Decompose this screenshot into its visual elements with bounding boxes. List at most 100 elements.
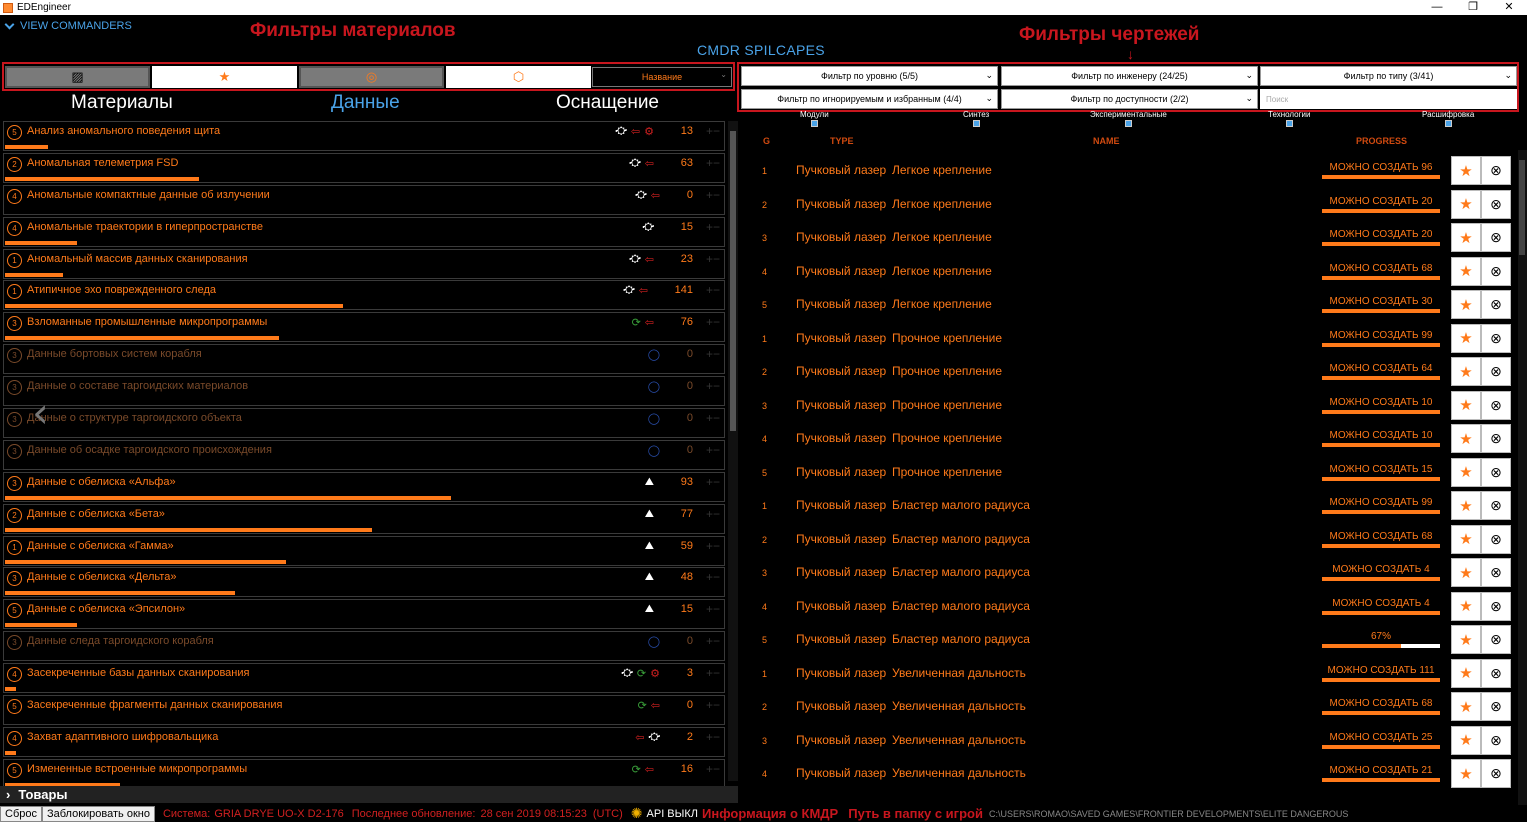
material-row[interactable]: 5 Измененные встроенные микропрограммы ⟳ ⇦ 1… [3, 758, 725, 789]
blueprint-row[interactable]: 3 Пучковый лазер Увеличенная дальность МОЖН… [740, 723, 1512, 757]
ignore-button[interactable]: ⊗ [1481, 457, 1511, 487]
plus-minus-icon[interactable]: +− [706, 379, 720, 393]
checkbox-icon[interactable] [972, 120, 980, 127]
blueprint-row[interactable]: 1 Пучковый лазер Легкое крепление МОЖНО СОЗ… [740, 153, 1512, 187]
ignore-button[interactable]: ⊗ [1481, 759, 1511, 788]
plus-minus-icon[interactable]: +− [706, 188, 720, 202]
favorite-star-button[interactable]: ★ [1451, 290, 1481, 319]
material-row[interactable]: 3 Данные о структуре таргоидского объекта… [3, 408, 725, 439]
goods-section-header[interactable]: › Товары [0, 786, 738, 803]
favorite-star-button[interactable]: ★ [1451, 725, 1481, 755]
material-row[interactable]: 3 Данные об осадке таргоидского происхожд… [3, 439, 725, 470]
blueprint-row[interactable]: 5 Пучковый лазер Бластер малого радиуса 67%… [740, 622, 1512, 656]
plus-minus-icon[interactable]: +− [706, 283, 720, 297]
plus-minus-icon[interactable]: +− [706, 507, 720, 521]
sort-select[interactable]: Название ⌄ [592, 67, 732, 87]
blueprint-row[interactable]: 4 Пучковый лазер Прочное крепление МОЖНО СО… [740, 421, 1512, 455]
material-row[interactable]: 3 Данные бортовых систем корабля ◯ 0 +− [3, 344, 725, 375]
ignore-button[interactable]: ⊗ [1481, 156, 1511, 185]
ignore-button[interactable]: ⊗ [1481, 524, 1511, 554]
category-decoding[interactable]: Расшифровка [1422, 110, 1474, 127]
ignore-button[interactable]: ⊗ [1481, 625, 1511, 654]
blueprint-search-input[interactable]: Поиск [1260, 89, 1517, 109]
ignore-button[interactable]: ⊗ [1481, 290, 1511, 319]
material-row[interactable]: 3 Данные с обелиска «Дельта» ⛰ 48 +− [3, 567, 725, 598]
view-commanders-toggle[interactable]: VIEW COMMANDERS [4, 19, 132, 32]
category-technology[interactable]: Технологии [1268, 110, 1310, 127]
plus-minus-icon[interactable]: +− [706, 539, 720, 553]
material-row[interactable]: 5 Анализ аномального поведения щита ⛮ ⇦ ⚙ 13 +… [3, 121, 725, 151]
blueprint-row[interactable]: 1 Пучковый лазер Бластер малого радиуса МОЖ… [740, 488, 1512, 522]
favorite-star-button[interactable]: ★ [1451, 156, 1481, 185]
category-experimental[interactable]: Экспериментальные [1090, 110, 1167, 127]
blueprint-row[interactable]: 2 Пучковый лазер Бластер малого радиуса МОЖ… [740, 522, 1512, 556]
ignore-button[interactable]: ⊗ [1481, 658, 1511, 688]
column-header-grade[interactable]: G [763, 136, 770, 146]
minimize-button[interactable]: — [1419, 0, 1455, 15]
blueprint-row[interactable]: 5 Пучковый лазер Прочное крепление МОЖНО СО… [740, 455, 1512, 489]
blueprint-scrollbar[interactable] [1518, 150, 1527, 805]
ignore-button[interactable]: ⊗ [1481, 725, 1511, 755]
plus-minus-icon[interactable]: +− [706, 347, 720, 361]
favorite-star-button[interactable]: ★ [1451, 457, 1481, 487]
material-row[interactable]: 2 Аномальная телеметрия FSD ⛮ ⇦ 63 +− [3, 152, 725, 183]
filter-type-select[interactable]: Фильтр по типу (3/41) ⌄ [1260, 66, 1517, 86]
filter-ignored-select[interactable]: Фильтр по игнорируемым и избранным (4/4)… [741, 89, 998, 109]
filter-engineer-select[interactable]: Фильтр по инженеру (24/25) ⌄ [1001, 66, 1258, 86]
materials-scrollbar[interactable] [728, 121, 738, 781]
favorite-star-button[interactable]: ★ [1451, 390, 1481, 420]
favorite-star-button[interactable]: ★ [1451, 658, 1481, 688]
blueprint-row[interactable]: 4 Пучковый лазер Легкое крепление МОЖНО СОЗ… [740, 254, 1512, 288]
tab-equipment[interactable]: Оснащение [556, 92, 659, 114]
category-synthesis[interactable]: Синтез [963, 110, 989, 127]
filter-circle-button[interactable]: ◎ [299, 66, 444, 88]
category-modules[interactable]: Модули [800, 110, 829, 127]
material-row[interactable]: 1 Атипичное эхо поврежденного следа ⛮ ⇦ 141 +… [3, 280, 725, 311]
plus-minus-icon[interactable]: +− [706, 762, 720, 776]
material-row[interactable]: 2 Данные с обелиска «Бета» ⛰ 77 +− [3, 503, 725, 534]
favorite-star-button[interactable]: ★ [1451, 591, 1481, 621]
plus-minus-icon[interactable]: +− [706, 698, 720, 712]
plus-minus-icon[interactable]: +− [706, 315, 720, 329]
column-header-progress[interactable]: PROGRESS [1356, 136, 1407, 146]
material-row[interactable]: 1 Данные с обелиска «Гамма» ⛰ 59 +− [3, 535, 725, 566]
favorite-star-button[interactable]: ★ [1451, 558, 1481, 587]
blueprint-row[interactable]: 2 Пучковый лазер Легкое крепление МОЖНО СОЗ… [740, 187, 1512, 221]
ignore-button[interactable]: ⊗ [1481, 692, 1511, 721]
material-row[interactable]: 5 Данные с обелиска «Эпсилон» ⛰ 15 +− [3, 599, 725, 630]
plus-minus-icon[interactable]: +− [706, 124, 720, 138]
blueprint-row[interactable]: 1 Пучковый лазер Увеличенная дальность МОЖН… [740, 656, 1512, 690]
column-header-name[interactable]: NAME [1093, 136, 1120, 146]
favorite-star-button[interactable]: ★ [1451, 692, 1481, 721]
blueprint-row[interactable]: 3 Пучковый лазер Прочное крепление МОЖНО СО… [740, 388, 1512, 422]
plus-minus-icon[interactable]: +− [706, 634, 720, 648]
column-header-type[interactable]: TYPE [830, 136, 854, 146]
material-row[interactable]: 5 Засекреченные фрагменты данных сканиров… [3, 695, 725, 726]
blueprint-row[interactable]: 1 Пучковый лазер Прочное крепление МОЖНО СО… [740, 321, 1512, 355]
filter-box-button[interactable]: ⬡ [446, 66, 591, 88]
tab-materials[interactable]: Материалы [71, 92, 173, 114]
material-row[interactable]: 3 Взломанные промышленные микропрограммы ⟳… [3, 312, 725, 343]
plus-minus-icon[interactable]: +− [706, 475, 720, 489]
checkbox-icon[interactable] [810, 120, 818, 127]
blueprint-row[interactable]: 3 Пучковый лазер Бластер малого радиуса МОЖ… [740, 555, 1512, 589]
favorite-star-button[interactable]: ★ [1451, 223, 1481, 252]
plus-minus-icon[interactable]: +− [706, 411, 720, 425]
api-status[interactable]: API ВЫКЛ [647, 808, 699, 820]
plus-minus-icon[interactable]: +− [706, 602, 720, 616]
favorite-star-button[interactable]: ★ [1451, 256, 1481, 286]
chevron-left-icon[interactable]: ‹ [32, 388, 49, 437]
plus-minus-icon[interactable]: +− [706, 220, 720, 234]
ignore-button[interactable]: ⊗ [1481, 189, 1511, 219]
ignore-button[interactable]: ⊗ [1481, 323, 1511, 353]
material-row[interactable]: 3 Данные с обелиска «Альфа» ⛰ 93 +− [3, 471, 725, 502]
favorite-star-button[interactable]: ★ [1451, 759, 1481, 788]
blueprint-row[interactable]: 3 Пучковый лазер Легкое крепление МОЖНО СОЗ… [740, 220, 1512, 254]
ignore-button[interactable]: ⊗ [1481, 357, 1511, 386]
ignore-button[interactable]: ⊗ [1481, 558, 1511, 587]
checkbox-icon[interactable] [1124, 120, 1132, 127]
ignore-button[interactable]: ⊗ [1481, 256, 1511, 286]
maximize-button[interactable]: ❐ [1455, 0, 1491, 15]
material-row[interactable]: 3 Данные о составе таргоидских материалов… [3, 376, 725, 407]
plus-minus-icon[interactable]: +− [706, 730, 720, 744]
